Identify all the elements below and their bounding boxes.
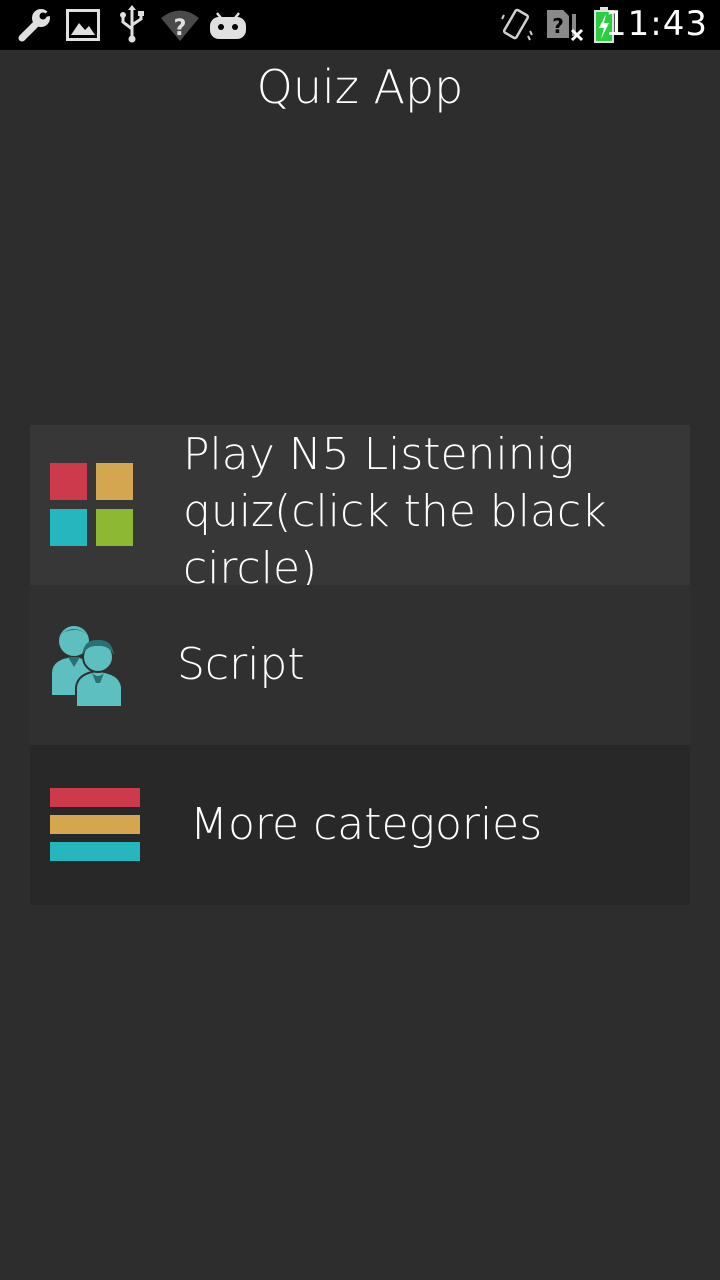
usb-icon [120,5,144,43]
more-categories-button[interactable]: More categories [30,745,690,905]
vibrate-icon [501,8,533,41]
play-quiz-label: Play N5 Listeninig quiz(click the black … [183,429,607,585]
play-quiz-button[interactable]: Play N5 Listeninig quiz(click the black … [30,425,690,585]
no-sim-signal-icon: ? [547,10,584,42]
stacked-bars-icon [50,788,140,861]
wrench-icon [18,7,54,42]
svg-text:?: ? [552,14,564,38]
page-title: Quiz App [256,60,464,114]
android-icon [210,12,246,39]
more-categories-label: More categories [190,799,543,850]
svg-text:?: ? [174,16,187,41]
wifi-unknown-icon: ? [161,10,199,41]
script-button[interactable]: Script [30,585,690,745]
script-label: Script [177,639,305,690]
image-icon [66,9,100,41]
grid-tiles-icon [50,463,133,546]
users-icon [52,626,123,708]
status-time: 11:43 [605,4,708,44]
status-bar: ? ? 11:43 [0,0,720,50]
